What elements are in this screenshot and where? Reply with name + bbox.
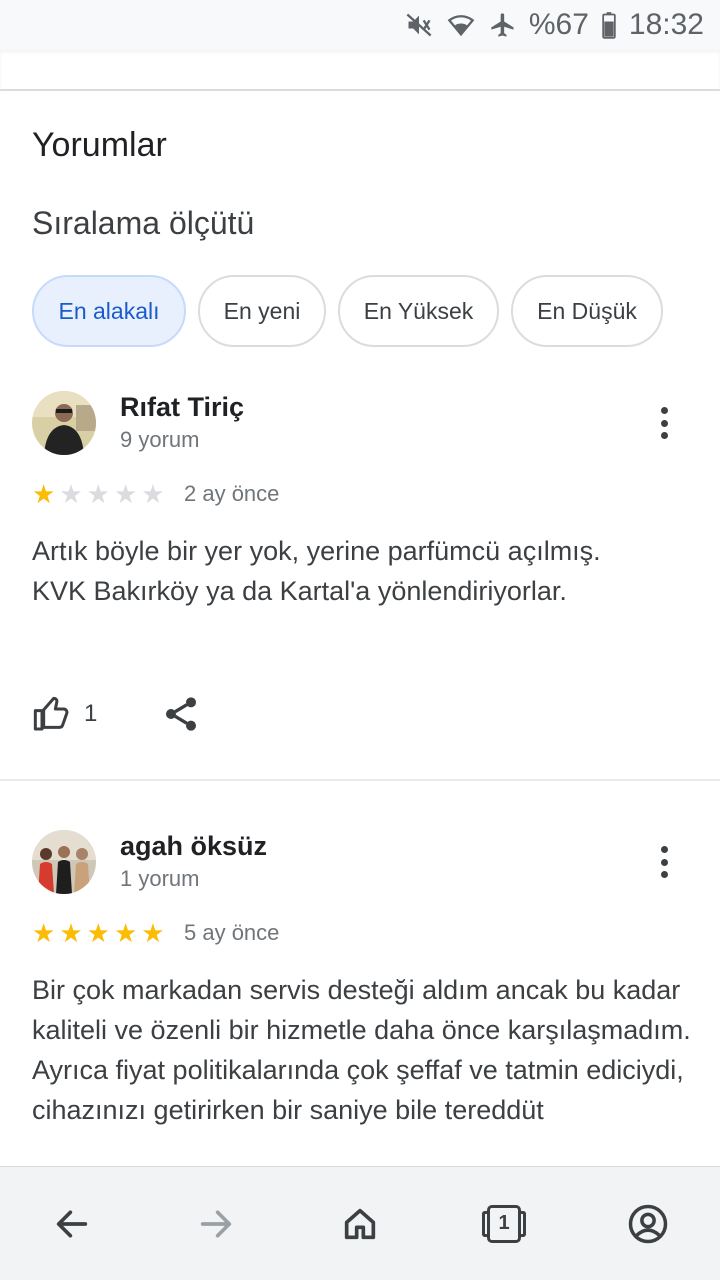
star-icon: ★	[59, 918, 83, 948]
star-icon: ★	[32, 918, 56, 948]
forward-button[interactable]	[180, 1188, 252, 1260]
reviewer-review-count: 1 yorum	[120, 866, 200, 891]
tab-count: 1	[498, 1212, 510, 1234]
sort-chips: En alakalı En yeni En Yüksek En Düşük	[32, 275, 663, 347]
account-icon	[628, 1204, 668, 1243]
star-icon: ★	[32, 479, 56, 509]
chip-lowest[interactable]: En Düşük	[511, 275, 663, 347]
bottom-navigation: 1	[0, 1166, 720, 1280]
star-icon: ★	[141, 479, 165, 509]
share-icon[interactable]	[161, 694, 201, 734]
review-text: Bir çok markadan servis desteği aldım an…	[32, 975, 691, 1125]
back-arrow-icon	[56, 1210, 88, 1237]
star-icon: ★	[141, 918, 165, 948]
avatar[interactable]	[32, 391, 96, 455]
chip-newest[interactable]: En yeni	[198, 275, 326, 347]
tabs-icon: 1	[482, 1204, 526, 1243]
star-icon: ★	[86, 479, 110, 509]
reviewer-name[interactable]: Rıfat Tiriç	[120, 392, 244, 423]
clock: 18:32	[628, 8, 704, 41]
status-bar: %67 18:32	[0, 0, 720, 50]
divider	[0, 89, 720, 91]
review-text: Artık böyle bir yer yok, yerine parfümcü…	[32, 536, 601, 606]
reviewer-name[interactable]: agah öksüz	[120, 831, 267, 862]
wifi-icon	[447, 15, 475, 37]
review-date: 5 ay önce	[184, 920, 280, 945]
account-button[interactable]	[612, 1188, 684, 1260]
airplane-icon	[491, 13, 514, 37]
back-button[interactable]	[36, 1188, 108, 1260]
more-options-button[interactable]	[648, 842, 680, 882]
sort-label: Sıralama ölçütü	[32, 205, 255, 241]
more-options-button[interactable]	[648, 403, 680, 443]
thumbs-up-icon[interactable]	[32, 694, 72, 734]
avatar[interactable]	[32, 830, 96, 894]
forward-arrow-icon	[200, 1210, 232, 1237]
reviewer-review-count: 9 yorum	[120, 427, 200, 452]
tabs-button[interactable]: 1	[468, 1188, 540, 1260]
review-date: 2 ay önce	[184, 481, 280, 506]
battery-icon	[602, 12, 616, 39]
chip-most-relevant[interactable]: En alakalı	[32, 275, 186, 347]
star-rating: ★ ★ ★ ★ ★	[32, 920, 165, 946]
star-rating: ★ ★ ★ ★ ★	[32, 481, 165, 507]
mute-icon	[406, 13, 432, 37]
star-icon: ★	[59, 479, 83, 509]
home-button[interactable]	[324, 1188, 396, 1260]
star-icon: ★	[113, 918, 138, 948]
divider	[0, 779, 720, 781]
page-top-strip	[0, 50, 720, 90]
chip-highest[interactable]: En Yüksek	[338, 275, 499, 347]
review-actions: 1	[32, 694, 201, 734]
home-icon	[344, 1208, 376, 1239]
star-icon: ★	[113, 479, 138, 509]
battery-percent: %67	[528, 8, 589, 41]
like-count: 1	[84, 700, 98, 727]
reviews-heading: Yorumlar	[32, 126, 167, 164]
star-icon: ★	[86, 918, 110, 948]
